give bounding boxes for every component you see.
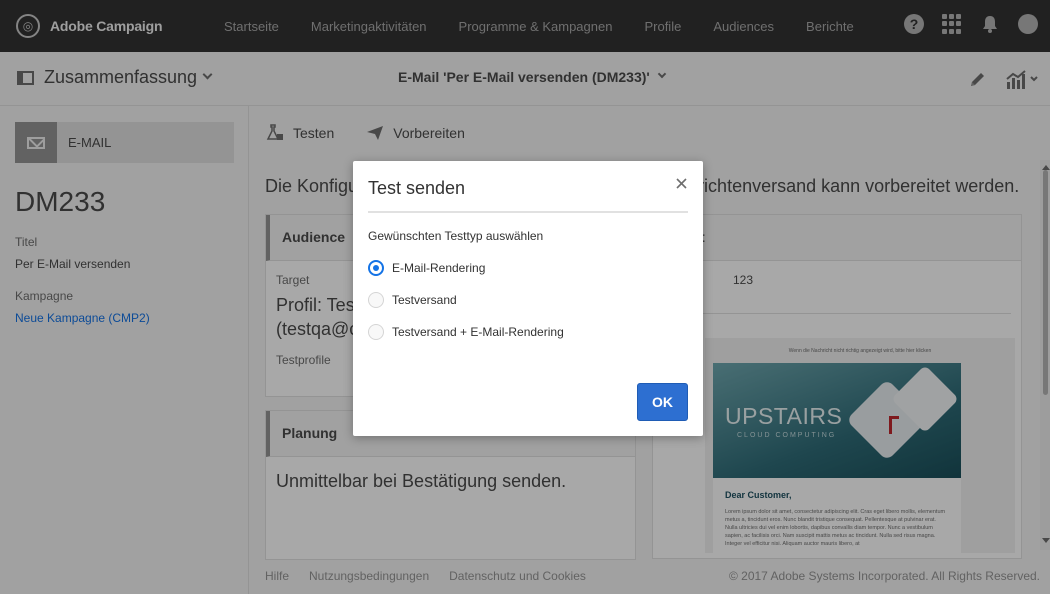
option-label: Testversand + E-Mail-Rendering [392, 325, 564, 339]
close-icon[interactable] [674, 176, 689, 191]
radio-button-selected[interactable] [368, 260, 384, 276]
option-label: Testversand [392, 293, 457, 307]
option-testversand-email-rendering[interactable]: Testversand + E-Mail-Rendering [368, 324, 564, 340]
option-email-rendering[interactable]: E-Mail-Rendering [368, 260, 485, 276]
option-label: E-Mail-Rendering [392, 261, 486, 275]
test-send-dialog: Test senden Gewünschten Testtyp auswähle… [353, 161, 703, 436]
radio-button[interactable] [368, 292, 384, 308]
dialog-title: Test senden [368, 178, 466, 198]
dialog-subtitle: Gewünschten Testtyp auswählen [368, 229, 544, 243]
radio-button[interactable] [368, 324, 384, 340]
ok-button[interactable]: OK [637, 383, 688, 421]
option-testversand[interactable]: Testversand [368, 292, 457, 308]
dialog-divider [368, 211, 688, 213]
